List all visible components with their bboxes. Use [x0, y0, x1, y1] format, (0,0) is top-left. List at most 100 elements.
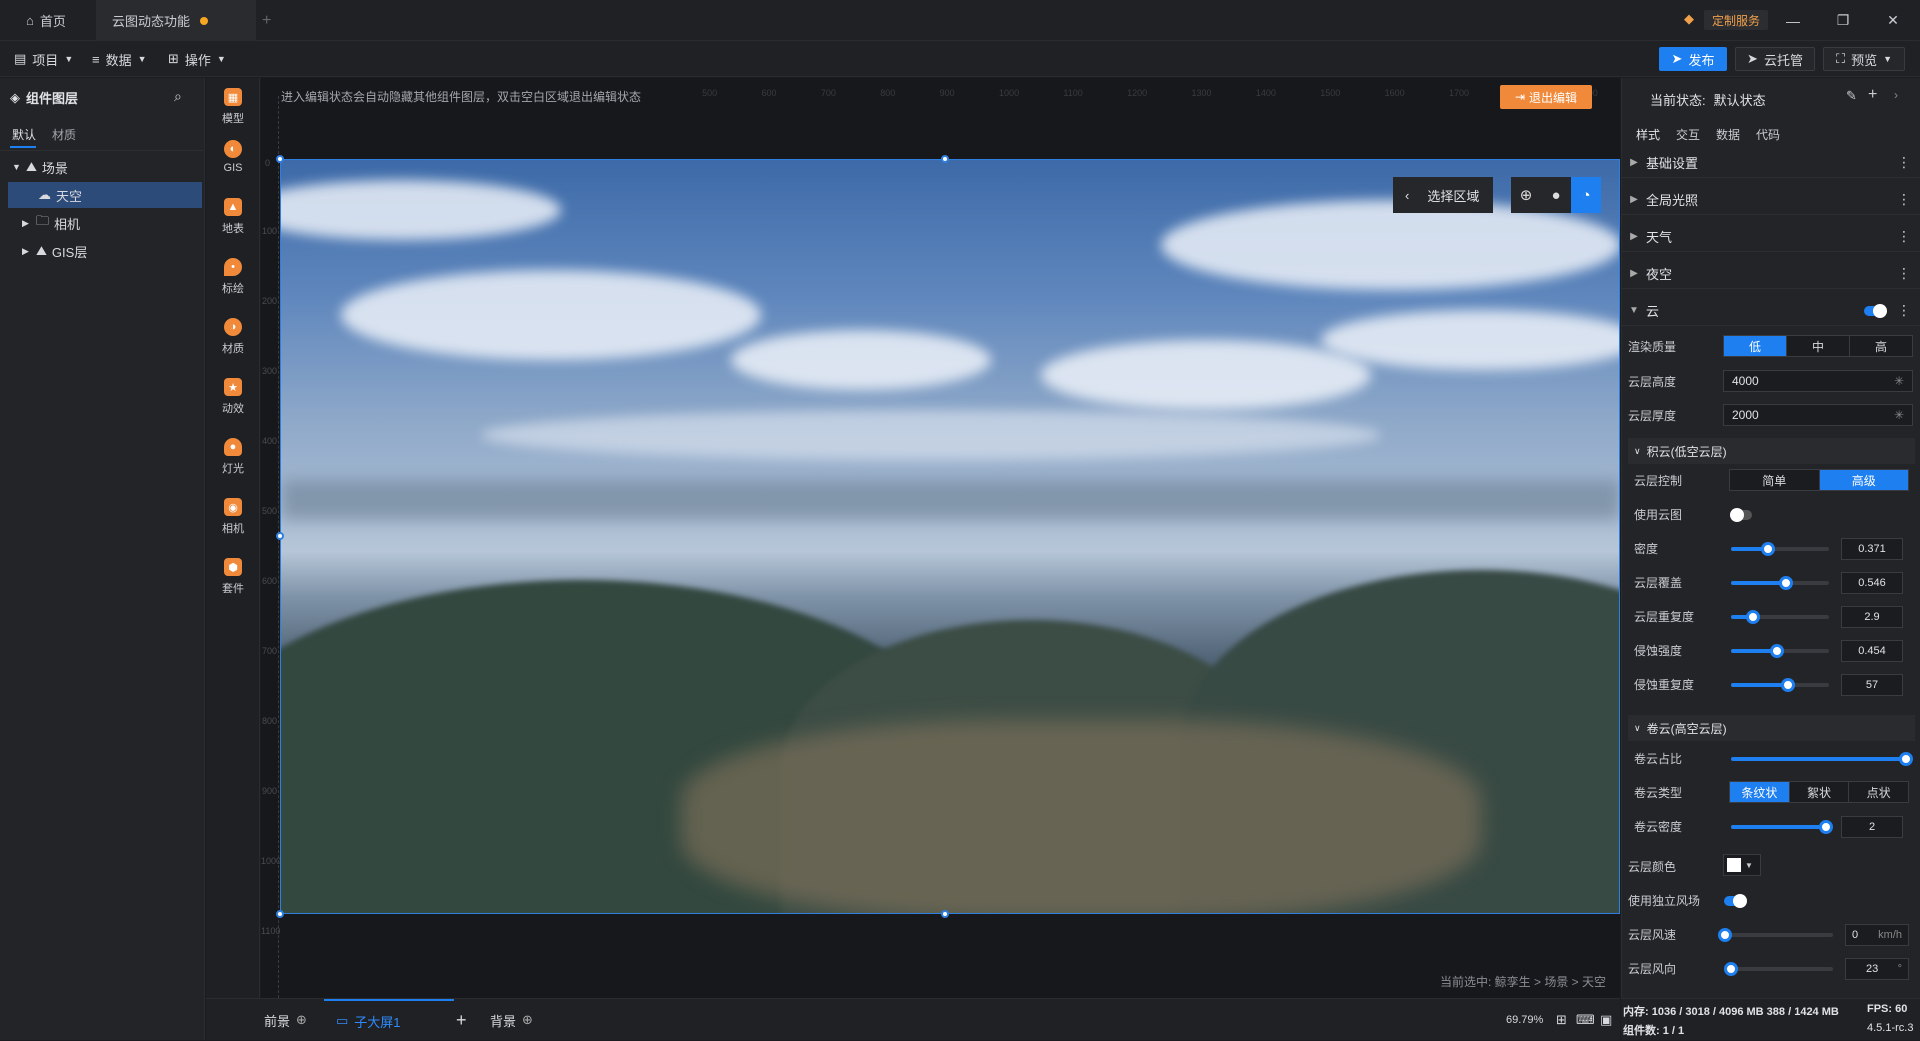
cirrus-ratio-slider[interactable] — [1731, 752, 1913, 766]
edit-icon[interactable]: ✎ — [1846, 88, 1857, 104]
tree-item-sky[interactable]: ☁ 天空 — [8, 182, 202, 208]
more-icon[interactable]: ⋮ — [1897, 302, 1911, 319]
tab-background[interactable]: 背景 ⊕ — [490, 999, 533, 1041]
resize-handle[interactable] — [941, 910, 949, 918]
repeat-slider[interactable] — [1731, 610, 1829, 624]
resize-handle[interactable] — [276, 155, 284, 163]
more-icon[interactable]: ⋮ — [1897, 228, 1911, 245]
coverage-slider[interactable] — [1731, 576, 1829, 590]
tool-marker[interactable]: • 标绘 — [206, 252, 260, 302]
exit-edit-button[interactable]: ⇥ 退出编辑 — [1500, 85, 1592, 109]
density-slider[interactable] — [1731, 542, 1829, 556]
tool-terrain[interactable]: ▲ 地表 — [206, 192, 260, 242]
control-advanced-option[interactable]: 高级 — [1819, 470, 1908, 490]
erosion-repeat-slider[interactable] — [1731, 678, 1829, 692]
section-basic[interactable]: ▶ 基础设置 ⋮ — [1622, 148, 1920, 178]
tab-sub-screen[interactable]: ▭ 子大屏1 — [324, 999, 454, 1041]
wind-direction-slider[interactable] — [1724, 962, 1833, 976]
chevron-right-icon[interactable]: › — [1894, 88, 1898, 102]
keyboard-icon[interactable]: ⌨ — [1576, 999, 1595, 1041]
add-screen-button[interactable]: + — [456, 999, 467, 1041]
tab-material[interactable]: 材质 — [52, 126, 76, 143]
coverage-input[interactable]: 0.546 — [1841, 572, 1903, 594]
resize-handle[interactable] — [276, 910, 284, 918]
cumulus-header[interactable]: ∨ 积云(低空云层) — [1628, 438, 1915, 464]
add-circle-icon[interactable]: ⊕ — [522, 1012, 533, 1028]
cirrus-density-slider[interactable] — [1731, 820, 1834, 834]
console-icon[interactable]: ▣ — [1600, 999, 1612, 1041]
tab-style[interactable]: 样式 — [1636, 126, 1660, 143]
publish-button[interactable]: ➤ 发布 — [1659, 47, 1727, 71]
tree-item-gis[interactable]: ▶ ⛰ GIS层 — [0, 238, 203, 264]
wind-speed-input[interactable]: 0 km/h — [1845, 924, 1909, 946]
tab-code[interactable]: 代码 — [1756, 126, 1780, 143]
independent-wind-toggle[interactable] — [1724, 894, 1747, 908]
more-icon[interactable]: ⋮ — [1897, 154, 1911, 171]
cirrus-header[interactable]: ∨ 卷云(高空云层) — [1628, 715, 1915, 741]
cloud-height-input[interactable]: 4000 ✳ — [1723, 370, 1913, 392]
use-cloud-map-toggle[interactable] — [1730, 508, 1752, 522]
wind-speed-slider[interactable] — [1718, 928, 1833, 942]
erosion-strength-input[interactable]: 0.454 — [1841, 640, 1903, 662]
custom-service-badge[interactable]: 定制服务 — [1704, 10, 1769, 30]
tab-data[interactable]: 数据 — [1716, 126, 1740, 143]
add-state-icon[interactable]: + — [1868, 86, 1877, 104]
section-weather[interactable]: ▶ 天气 ⋮ — [1622, 222, 1920, 252]
zoom-level[interactable]: 69.79% — [1506, 999, 1543, 1041]
section-night-sky[interactable]: ▶ 夜空 ⋮ — [1622, 259, 1920, 289]
cirrus-floc-option[interactable]: 絮状 — [1790, 782, 1850, 802]
tool-light[interactable]: ● 灯光 — [206, 432, 260, 482]
tree-item-scene[interactable]: ▼ ⛰ 场景 — [0, 154, 203, 180]
tool-camera[interactable]: ◉ 相机 — [206, 492, 260, 542]
cirrus-dot-option[interactable]: 点状 — [1849, 782, 1908, 802]
preview-button[interactable]: ⛶ 预览 ▼ — [1823, 47, 1905, 71]
search-icon[interactable]: ⌕ — [174, 88, 182, 105]
tool-gis[interactable]: ◐ GIS — [206, 132, 260, 182]
control-simple-option[interactable]: 简单 — [1730, 470, 1820, 490]
cloud-enable-toggle[interactable] — [1864, 304, 1887, 318]
repeat-input[interactable]: 2.9 — [1841, 606, 1903, 628]
select-area-control[interactable]: ‹ 选择区域 — [1393, 177, 1493, 213]
resize-handle[interactable] — [941, 155, 949, 163]
globe-view-icon[interactable]: ⊕ — [1511, 177, 1541, 213]
cloud-thickness-input[interactable]: 2000 ✳ — [1723, 404, 1913, 426]
more-icon[interactable]: ⋮ — [1897, 265, 1911, 282]
menu-operate[interactable]: ⊞ 操作 ▼ — [168, 41, 226, 77]
cirrus-stripe-option[interactable]: 条纹状 — [1730, 782, 1790, 802]
tab-default[interactable]: 默认 — [12, 126, 36, 143]
tab-foreground[interactable]: 前景 ⊕ — [264, 999, 307, 1041]
resize-handle[interactable] — [276, 532, 284, 540]
section-global-light[interactable]: ▶ 全局光照 ⋮ — [1622, 185, 1920, 215]
restore-icon[interactable]: ❐ — [1821, 0, 1865, 41]
tool-model[interactable]: ▦ 模型 — [206, 82, 260, 132]
tree-item-camera[interactable]: ▶ 🗀 相机 — [0, 210, 203, 236]
current-state-value[interactable]: 默认状态 — [1714, 90, 1766, 109]
density-input[interactable]: 0.371 — [1841, 538, 1903, 560]
menu-data[interactable]: ≡ 数据 ▼ — [92, 41, 147, 77]
quality-high-option[interactable]: 高 — [1850, 336, 1912, 356]
tab-active-project[interactable]: 云图动态功能 — [96, 0, 256, 41]
section-cloud[interactable]: ▼ 云 ⋮ — [1622, 296, 1920, 326]
tool-kit[interactable]: ⬢ 套件 — [206, 552, 260, 602]
tab-interaction[interactable]: 交互 — [1676, 126, 1700, 143]
menu-project[interactable]: ▤ 项目 ▼ — [14, 41, 73, 77]
quality-low-option[interactable]: 低 — [1724, 336, 1787, 356]
cloud-color-picker[interactable]: ▼ — [1723, 854, 1761, 876]
tab-home[interactable]: ⌂ 首页 — [10, 0, 82, 41]
quality-mid-option[interactable]: 中 — [1787, 336, 1850, 356]
erosion-repeat-input[interactable]: 57 — [1841, 674, 1903, 696]
add-circle-icon[interactable]: ⊕ — [296, 1012, 307, 1028]
fit-screen-icon[interactable]: ⊞ — [1556, 999, 1567, 1041]
tool-material[interactable]: ◑ 材质 — [206, 312, 260, 362]
more-icon[interactable]: ⋮ — [1897, 191, 1911, 208]
cirrus-density-input[interactable]: 2 — [1841, 816, 1903, 838]
orbit-view-icon[interactable]: ◔ — [1571, 177, 1601, 213]
cloud-host-button[interactable]: ➤ 云托管 — [1735, 47, 1815, 71]
tool-effect[interactable]: ★ 动效 — [206, 372, 260, 422]
close-icon[interactable]: ✕ — [1871, 0, 1915, 41]
sky-scene-viewport[interactable] — [280, 159, 1620, 914]
new-tab-button[interactable]: + — [246, 0, 287, 41]
sphere-view-icon[interactable]: ● — [1541, 177, 1571, 213]
erosion-strength-slider[interactable] — [1731, 644, 1829, 658]
wind-direction-input[interactable]: 23 ° — [1845, 958, 1909, 980]
